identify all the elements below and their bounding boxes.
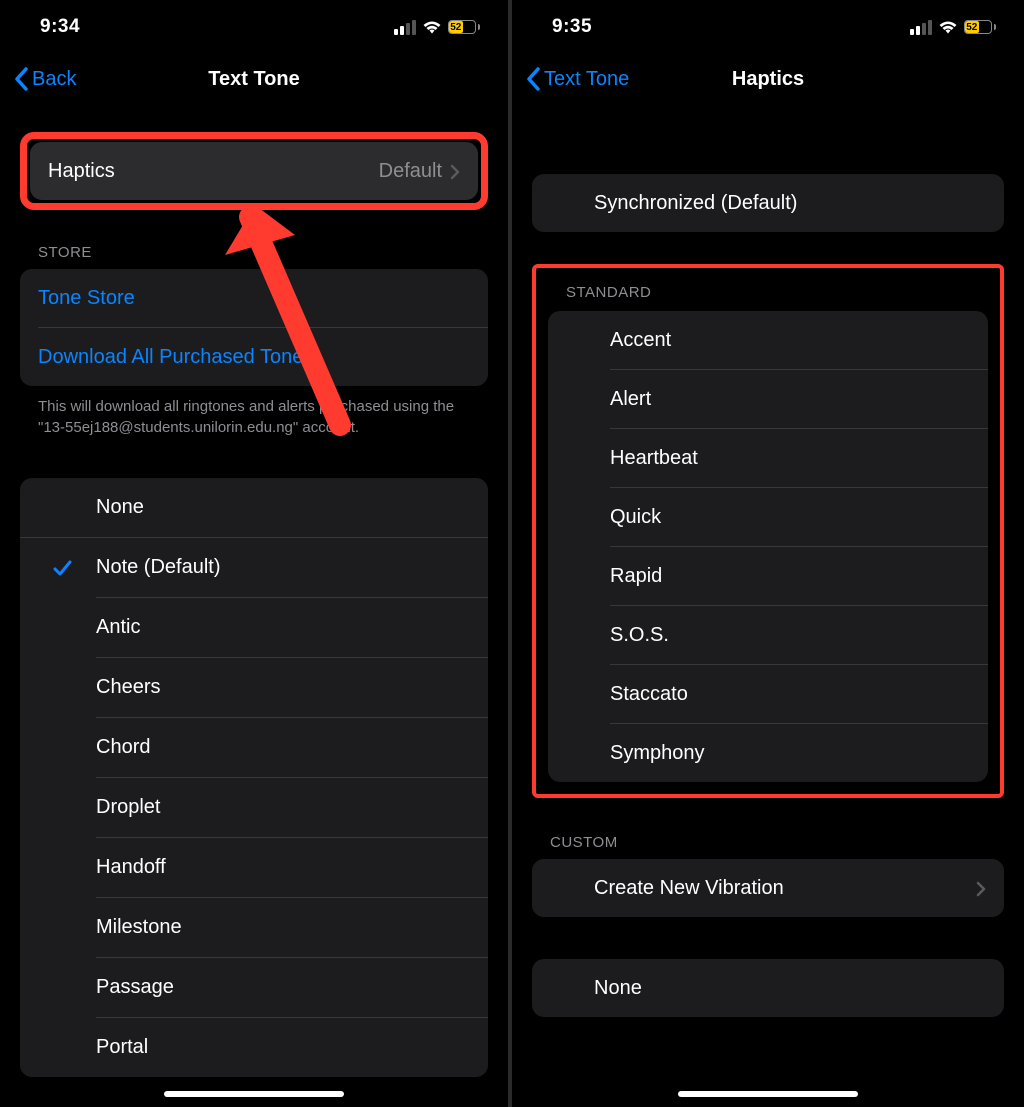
- tone-label: Milestone: [96, 916, 182, 939]
- synchronized-row[interactable]: Synchronized (Default): [532, 174, 1004, 232]
- signal-icon: [394, 20, 416, 35]
- battery-level: 52: [450, 22, 461, 33]
- haptic-label: Heartbeat: [610, 447, 698, 470]
- haptic-item[interactable]: Quick: [548, 488, 988, 546]
- haptic-label: Symphony: [610, 742, 705, 765]
- tone-label: Cheers: [96, 676, 160, 699]
- status-time: 9:34: [40, 16, 80, 38]
- wifi-icon: [422, 20, 442, 35]
- haptics-row[interactable]: Haptics Default: [30, 142, 478, 200]
- signal-icon: [910, 20, 932, 35]
- haptic-item[interactable]: Accent: [548, 311, 988, 369]
- phone-right: 9:35 52 Text Tone Haptics Synchronized (…: [512, 0, 1024, 1107]
- tone-label: Note (Default): [96, 556, 221, 579]
- checkmark-icon: [52, 558, 72, 578]
- haptics-value: Default: [379, 160, 442, 183]
- haptics-label: Haptics: [48, 160, 115, 183]
- back-label: Back: [32, 68, 76, 91]
- tone-item[interactable]: Droplet: [20, 778, 488, 837]
- store-footer: This will download all ringtones and ale…: [20, 386, 488, 438]
- tone-label: Antic: [96, 616, 140, 639]
- chevron-left-icon: [526, 67, 540, 91]
- tone-item[interactable]: Cheers: [20, 658, 488, 717]
- haptic-label: Accent: [610, 329, 671, 352]
- tone-label: Handoff: [96, 856, 166, 879]
- status-indicators: 52: [394, 20, 480, 35]
- tone-item[interactable]: Note (Default): [20, 538, 488, 597]
- phone-left: 9:34 52 Back Text Tone Haptics Default: [0, 0, 512, 1107]
- tone-item[interactable]: Portal: [20, 1018, 488, 1077]
- haptics-highlight: Haptics Default: [20, 132, 488, 210]
- nav-bar: Text Tone Haptics: [512, 54, 1024, 104]
- tone-item[interactable]: Milestone: [20, 898, 488, 957]
- back-button[interactable]: Text Tone: [526, 67, 629, 91]
- tone-store-link[interactable]: Tone Store: [20, 269, 488, 327]
- battery-icon: 52: [448, 20, 480, 34]
- haptic-item[interactable]: Heartbeat: [548, 429, 988, 487]
- tone-none[interactable]: None: [20, 478, 488, 537]
- chevron-right-icon: [976, 880, 986, 896]
- back-label: Text Tone: [544, 68, 629, 91]
- haptic-item[interactable]: Rapid: [548, 547, 988, 605]
- tone-label: Chord: [96, 736, 150, 759]
- tone-item[interactable]: Handoff: [20, 838, 488, 897]
- status-time: 9:35: [552, 16, 592, 38]
- haptic-item[interactable]: S.O.S.: [548, 606, 988, 664]
- custom-header: CUSTOM: [532, 834, 1004, 859]
- haptic-label: Alert: [610, 388, 651, 411]
- haptic-label: S.O.S.: [610, 624, 669, 647]
- chevron-right-icon: [450, 163, 460, 179]
- tone-label: Passage: [96, 976, 174, 999]
- tone-label: Portal: [96, 1036, 148, 1059]
- back-button[interactable]: Back: [14, 67, 76, 91]
- chevron-left-icon: [14, 67, 28, 91]
- battery-level: 52: [966, 22, 977, 33]
- haptics-none-row[interactable]: None: [532, 959, 1004, 1017]
- page-title: Haptics: [732, 68, 804, 91]
- tone-list: None Note (Default) Antic Cheers Chord Dropl…: [20, 478, 488, 1077]
- status-bar: 9:34 52: [0, 0, 508, 54]
- home-indicator[interactable]: [164, 1091, 344, 1097]
- tone-item[interactable]: Passage: [20, 958, 488, 1017]
- tone-item[interactable]: Chord: [20, 718, 488, 777]
- battery-icon: 52: [964, 20, 996, 34]
- home-indicator[interactable]: [678, 1091, 858, 1097]
- haptic-label: Rapid: [610, 565, 662, 588]
- tone-item[interactable]: Antic: [20, 598, 488, 657]
- haptic-item[interactable]: Alert: [548, 370, 988, 428]
- create-vibration-row[interactable]: Create New Vibration: [532, 859, 1004, 917]
- nav-bar: Back Text Tone: [0, 54, 508, 104]
- standard-header: STANDARD: [548, 278, 988, 311]
- tone-label: Droplet: [96, 796, 160, 819]
- status-bar: 9:35 52: [512, 0, 1024, 54]
- haptic-label: Staccato: [610, 683, 688, 706]
- store-header: STORE: [20, 244, 488, 269]
- haptic-label: Quick: [610, 506, 661, 529]
- haptic-item[interactable]: Symphony: [548, 724, 988, 782]
- standard-highlight: STANDARD Accent Alert Heartbeat Quick Rapid S…: [532, 264, 1004, 798]
- download-tones-link[interactable]: Download All Purchased Tones: [20, 328, 488, 386]
- haptic-item[interactable]: Staccato: [548, 665, 988, 723]
- wifi-icon: [938, 20, 958, 35]
- page-title: Text Tone: [208, 68, 299, 91]
- status-indicators: 52: [910, 20, 996, 35]
